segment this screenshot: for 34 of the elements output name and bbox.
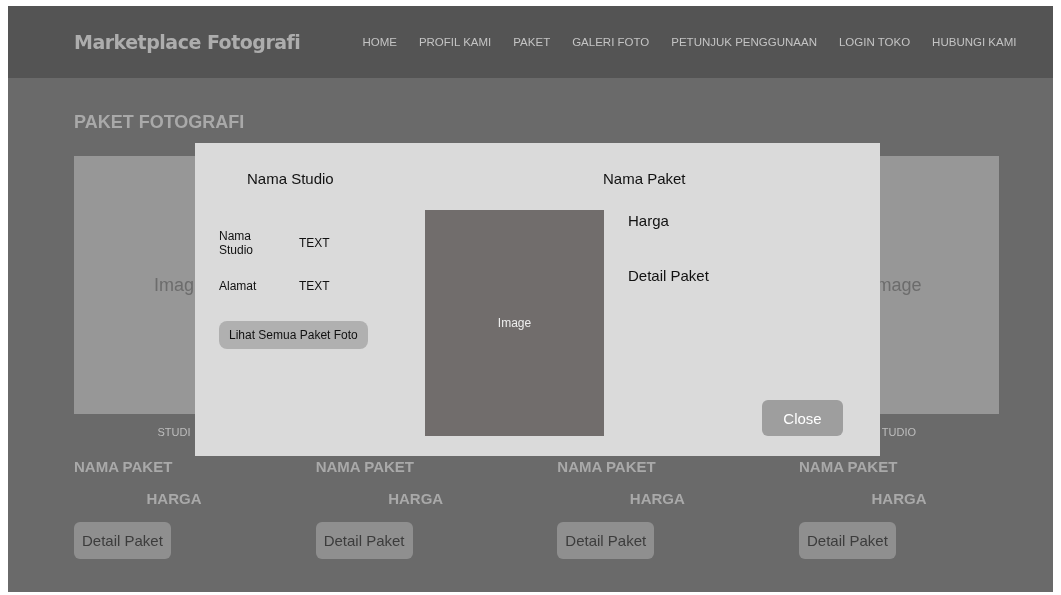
field-label: Alamat — [219, 279, 258, 293]
nav-link[interactable]: GALERI FOTO — [572, 36, 650, 48]
nav-link[interactable]: HUBUNGI KAMI — [932, 36, 1017, 48]
studio-label: STUDI — [157, 426, 191, 438]
nav-link[interactable]: PROFIL KAMI — [418, 36, 492, 48]
package-name: NAMA PAKET — [798, 458, 899, 477]
field-label: Nama Studio — [219, 229, 255, 257]
image-label: Image — [497, 316, 532, 330]
nav-link[interactable]: LOGIN TOKO — [838, 36, 911, 48]
detail-button[interactable]: Detail Paket — [315, 522, 413, 559]
package-heading: Nama Paket — [602, 169, 687, 189]
view-packages-button[interactable]: Lihat Semua Paket Foto — [219, 321, 368, 349]
detail-label: Detail Paket — [628, 267, 710, 284]
package-price: HARGA — [145, 490, 203, 509]
page-title: PAKET FOTOGRAFI — [74, 112, 246, 134]
field-value: TEXT — [299, 279, 331, 293]
nav-link[interactable]: PAKET — [513, 36, 551, 48]
package-name: NAMA PAKET — [74, 458, 174, 477]
detail-button[interactable]: Detail Paket — [74, 522, 171, 559]
site-logo[interactable]: Marketplace Fotografi — [74, 31, 301, 53]
detail-button[interactable]: Detail Paket — [798, 522, 896, 559]
package-price: HARGA — [870, 490, 928, 509]
price-label: Harga — [628, 212, 670, 229]
package-name: NAMA PAKET — [557, 458, 657, 477]
package-name: NAMA PAKET — [315, 458, 415, 477]
field-value: TEXT — [299, 236, 331, 250]
nav-link[interactable]: HOME — [362, 36, 397, 48]
nav-link[interactable]: PETUNJUK PENGGUNAAN — [671, 36, 817, 48]
studio-heading: Nama Studio — [246, 169, 335, 189]
close-button[interactable]: Close — [762, 400, 843, 436]
studio-label: TUDIO — [881, 426, 917, 438]
detail-button[interactable]: Detail Paket — [557, 522, 655, 559]
package-price: HARGA — [628, 490, 686, 509]
package-price: HARGA — [387, 490, 445, 509]
